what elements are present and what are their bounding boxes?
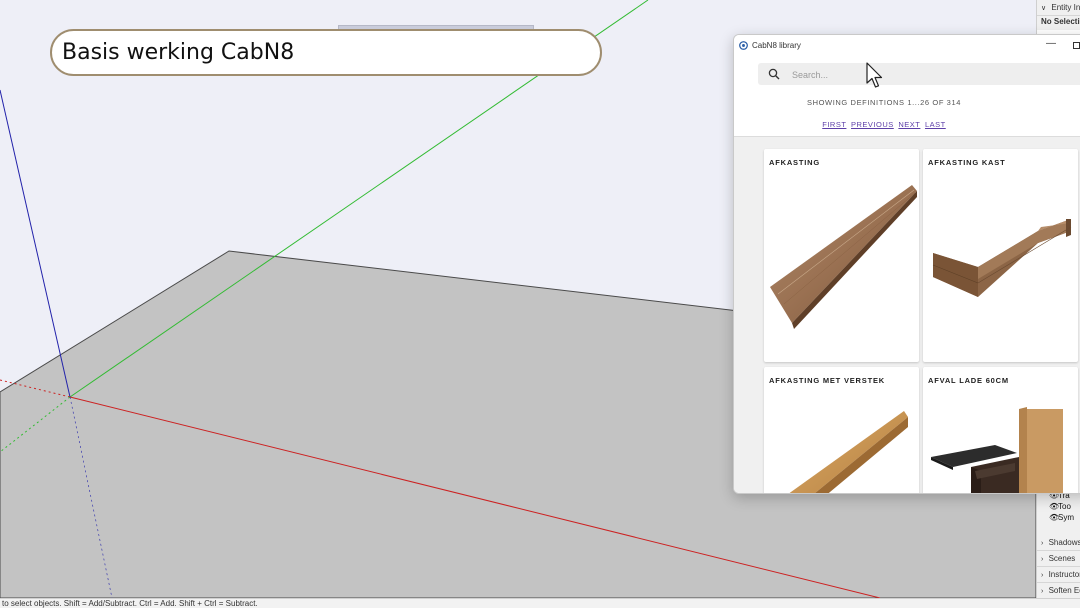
layer-row-3[interactable]: 👁Sym xyxy=(1049,513,1074,523)
chevron-right-icon: › xyxy=(1041,556,1044,563)
chevron-right-icon: › xyxy=(1041,572,1044,579)
pager-last-link[interactable]: LAST xyxy=(925,120,946,129)
showing-definitions-text: SHOWING DEFINITIONS 1...26 OF 314 xyxy=(807,98,961,107)
card-title: AFVAL LADE 60CM xyxy=(928,376,1009,385)
tray-panel-instructor[interactable]: › Instructor xyxy=(1037,567,1080,583)
definition-card[interactable]: AFKASTING xyxy=(764,149,919,362)
card-title: AFKASTING xyxy=(769,158,820,167)
definition-card[interactable]: AFVAL LADE 60CM xyxy=(923,367,1078,493)
pager-previous-link[interactable]: PREVIOUS xyxy=(851,120,894,129)
panel-label: Instructor xyxy=(1048,570,1080,579)
maximize-icon[interactable] xyxy=(1073,42,1080,49)
search-input[interactable] xyxy=(790,66,1014,84)
blue-axis xyxy=(0,89,71,398)
tray-panel-soften[interactable]: › Soften Edges xyxy=(1037,583,1080,598)
layer-label: Too xyxy=(1058,502,1071,511)
pagination: FIRST PREVIOUS NEXT LAST xyxy=(734,120,1034,129)
panel-label: Scenes xyxy=(1048,554,1076,563)
pager-next-link[interactable]: NEXT xyxy=(898,120,920,129)
cabn8-app-icon xyxy=(739,41,748,50)
card-title: AFKASTING KAST xyxy=(928,158,1006,167)
no-selection-label: No Selection xyxy=(1041,17,1080,26)
waste-drawer-image xyxy=(931,407,1063,493)
cabn8-library-window[interactable]: CabN8 library — SHOWING DEFINITIONS 1...… xyxy=(733,34,1080,494)
wood-frame-image xyxy=(932,219,1072,297)
search-icon xyxy=(768,68,780,80)
chevron-right-icon: › xyxy=(1041,540,1044,547)
definition-card[interactable]: AFKASTING KAST xyxy=(923,149,1078,362)
definitions-grid: AFKASTING AFKASTING KAST AFKASTING MET V… xyxy=(734,136,1080,493)
window-title: CabN8 library xyxy=(752,41,801,50)
chevron-right-icon: › xyxy=(1041,588,1044,595)
search-bar[interactable] xyxy=(758,63,1080,85)
eye-icon[interactable]: 👁 xyxy=(1049,513,1059,523)
overlay-title-box: Basis werking CabN8 xyxy=(50,29,602,76)
minimize-icon[interactable]: — xyxy=(1046,38,1056,49)
pager-first-link[interactable]: FIRST xyxy=(822,120,846,129)
tray-panel-scenes[interactable]: › Scenes xyxy=(1037,551,1080,567)
entity-info-label: Entity Info xyxy=(1051,3,1080,12)
eye-icon[interactable]: 👁 xyxy=(1049,502,1059,512)
chevron-down-icon: ∨ xyxy=(1041,5,1047,12)
wood-plank-image xyxy=(770,185,917,329)
tray-panel-shadows[interactable]: › Shadows xyxy=(1037,535,1080,551)
mouse-pointer-icon xyxy=(866,62,883,88)
panel-label: Soften Edges xyxy=(1048,586,1080,595)
definition-card[interactable]: AFKASTING MET VERSTEK xyxy=(764,367,919,493)
panel-label: Shadows xyxy=(1048,538,1080,547)
layer-label: Sym xyxy=(1058,513,1074,522)
layer-row-2[interactable]: 👁Too xyxy=(1049,502,1071,512)
window-titlebar[interactable]: CabN8 library — xyxy=(734,35,1080,57)
status-text: to select objects. Shift = Add/Subtract.… xyxy=(2,599,258,608)
overlay-title: Basis werking CabN8 xyxy=(62,40,295,65)
oak-plank-image xyxy=(789,411,908,493)
status-bar: to select objects. Shift = Add/Subtract.… xyxy=(0,598,1080,608)
card-title: AFKASTING MET VERSTEK xyxy=(769,376,885,385)
